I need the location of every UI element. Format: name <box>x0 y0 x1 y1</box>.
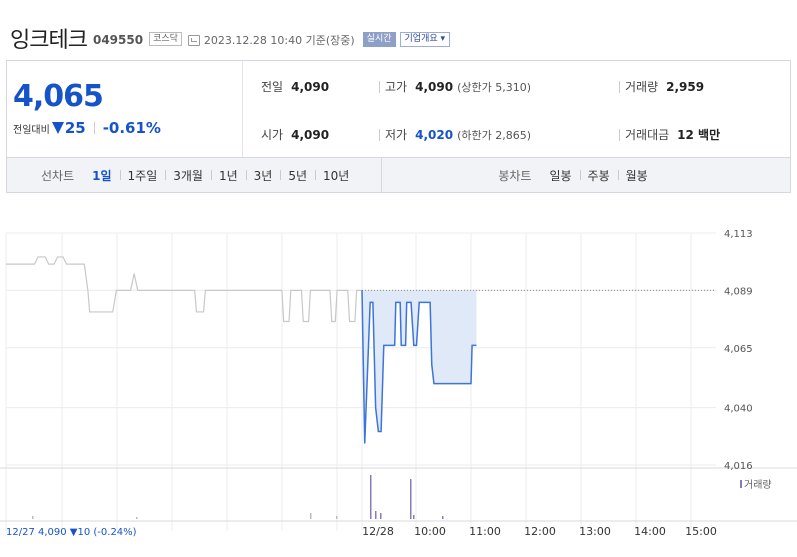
stat-label: 저가 <box>385 128 408 142</box>
chart-tabbar: 선차트 1일 1주일 3개월 1년 3년 5년 10년 봉차트 일봉 주봉 월봉 <box>6 157 791 193</box>
stat-label: 거래대금 <box>625 128 670 142</box>
x-tick-label: 14:00 <box>634 525 666 538</box>
volume-bar <box>442 516 444 519</box>
stats-grid: 전일 4,090 고가 4,090 (상한가 5,310) 거래량 2,959 … <box>243 61 790 157</box>
divider <box>619 81 620 93</box>
company-overview-button[interactable]: 기업개요 ▾ <box>399 31 451 47</box>
divider <box>93 122 95 134</box>
tab-daily-candle[interactable]: 일봉 <box>541 167 579 184</box>
volume-bar <box>370 475 372 519</box>
x-tick-label: 13:00 <box>579 525 611 538</box>
clock-icon <box>187 34 200 46</box>
stat-label: 시가 <box>261 128 284 142</box>
prev-day-summary: 12/27 4,090 ▼10 (-0.24%) <box>6 527 137 538</box>
divider <box>379 129 380 141</box>
stat-label: 거래량 <box>625 80 659 94</box>
timestamp: 2023.12.28 10:40 기준(장중) <box>203 33 355 47</box>
volume-legend-icon <box>740 480 742 488</box>
x-tick-label: 11:00 <box>469 525 501 538</box>
x-tick-label: 10:00 <box>414 525 446 538</box>
volume-bar <box>336 516 338 519</box>
tab-1y[interactable]: 1년 <box>210 167 246 184</box>
prev-day-line <box>6 256 362 323</box>
tab-5y[interactable]: 5년 <box>280 167 315 184</box>
x-tick-label: 12/28 <box>362 525 394 538</box>
volume-bar <box>413 515 415 519</box>
tab-divider <box>381 157 383 193</box>
stat-low: 저가 4,020 (하한가 2,865) <box>385 126 531 143</box>
y-tick-label: 4,089 <box>724 286 753 297</box>
stat-label: 전일 <box>261 80 284 94</box>
stock-header: 잉크테크 049550 코스닥 2023.12.28 10:40 기준(장중) … <box>10 22 451 54</box>
realtime-badge[interactable]: 실시간 <box>362 31 396 47</box>
volume-bar <box>410 479 412 519</box>
current-price: 4,065 <box>13 79 104 114</box>
volume-bar <box>380 513 382 519</box>
volume-legend: 거래량 <box>744 479 772 491</box>
stat-open: 시가 4,090 <box>261 126 329 143</box>
change-label: 전일대비 <box>13 124 50 136</box>
x-tick-label: 12:00 <box>524 525 556 538</box>
stat-value: 4,090 <box>415 79 454 94</box>
volume-bar <box>375 511 377 519</box>
y-tick-label: 4,016 <box>724 461 753 472</box>
x-axis-labels: 12/28 10:00 11:00 12:00 13:00 14:00 15:00 <box>362 525 717 538</box>
stock-code: 049550 <box>92 33 144 47</box>
chart-grid <box>0 232 797 531</box>
stat-value: 4,090 <box>291 127 330 142</box>
tab-1w[interactable]: 1주일 <box>119 167 166 184</box>
down-triangle-icon <box>51 122 64 134</box>
stat-label: 고가 <box>385 80 408 94</box>
tab-1d[interactable]: 1일 <box>84 167 119 184</box>
stat-value: 2,959 <box>666 79 705 94</box>
stat-amount: 거래대금 12 백만 <box>625 126 720 143</box>
stat-volume: 거래량 2,959 <box>625 78 704 95</box>
tab-monthly-candle[interactable]: 월봉 <box>617 167 656 184</box>
stat-value: 4,090 <box>291 79 330 94</box>
tab-3m[interactable]: 3개월 <box>165 167 211 184</box>
market-tag: 코스닥 <box>149 32 182 46</box>
tab-3y[interactable]: 3년 <box>245 167 281 184</box>
stat-high: 고가 4,090 (상한가 5,310) <box>385 78 531 95</box>
stat-value: 4,020 <box>415 127 454 142</box>
y-tick-label: 4,113 <box>724 229 753 240</box>
divider <box>379 81 380 93</box>
change-percent: -0.61% <box>102 119 161 137</box>
stat-sub: (하한가 2,865) <box>457 128 531 142</box>
volume-bar <box>310 513 312 519</box>
stat-value: 12 백만 <box>677 128 721 142</box>
volume-bar <box>32 516 34 519</box>
volume-bar <box>136 517 138 519</box>
change-amount: 25 <box>64 119 86 137</box>
stat-prev-close: 전일 4,090 <box>261 78 329 95</box>
y-tick-label: 4,065 <box>724 344 753 355</box>
divider <box>619 129 620 141</box>
x-tick-label: 15:00 <box>685 525 717 538</box>
price-box: 4,065 전일대비 25 -0.61% 전일 4,090 고가 4,090 (… <box>6 60 791 158</box>
stat-sub: (상한가 5,310) <box>457 80 531 94</box>
y-tick-label: 4,040 <box>724 404 753 415</box>
price-summary: 4,065 전일대비 25 -0.61% <box>7 61 243 157</box>
tab-weekly-candle[interactable]: 주봉 <box>579 167 618 184</box>
y-axis-labels: 4,113 4,089 4,065 4,040 4,016 <box>724 229 753 472</box>
change-row: 전일대비 25 -0.61% <box>13 119 161 137</box>
volume-bars <box>32 475 444 519</box>
stock-name: 잉크테크 <box>10 28 88 53</box>
tab-10y[interactable]: 10년 <box>315 167 357 184</box>
price-chart[interactable]: 4,113 4,089 4,065 4,040 4,016 12/28 10:00 11:0… <box>0 193 797 557</box>
candle-chart-label: 봉차트 <box>498 168 532 183</box>
line-chart-label: 선차트 <box>41 168 75 183</box>
